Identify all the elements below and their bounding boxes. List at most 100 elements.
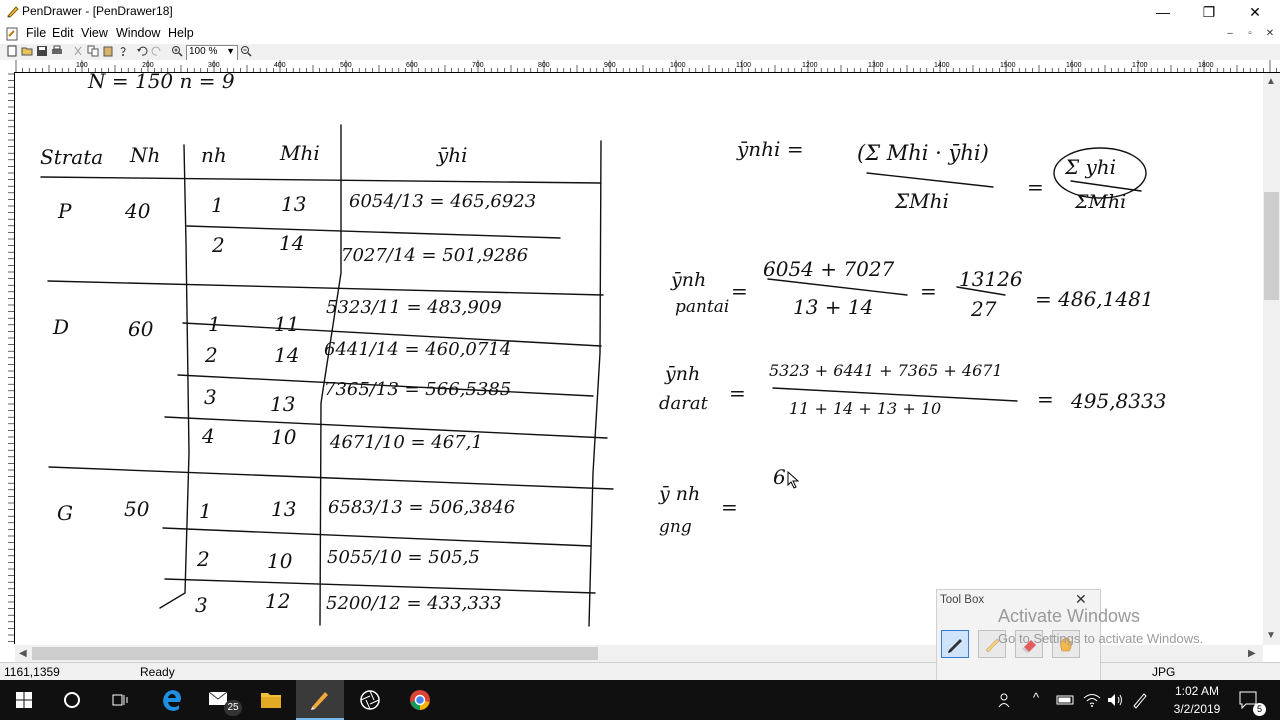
chevron-down-icon: ▼	[226, 46, 235, 56]
vertical-scroll-thumb[interactable]	[1264, 192, 1279, 300]
pantai-label: ȳnh	[671, 269, 707, 291]
row-yhi: 6054/13 = 465,6923	[349, 191, 537, 212]
row-Mhi: 10	[271, 425, 297, 449]
cut-icon[interactable]	[72, 45, 84, 57]
activate-windows-subtitle: Go to Settings to activate Windows.	[998, 631, 1204, 646]
zoom-in-icon[interactable]	[171, 45, 183, 57]
help-icon[interactable]	[117, 45, 129, 57]
cortana-button[interactable]	[48, 680, 96, 720]
stratum-name: P	[58, 199, 72, 223]
vertical-scrollbar[interactable]	[1263, 73, 1280, 645]
gunung-sublabel: gng	[659, 517, 692, 537]
scroll-left-icon[interactable]: ◀	[19, 648, 27, 659]
darat-denominator: 11 + 14 + 13 + 10	[789, 399, 942, 418]
stratum-name: G	[57, 501, 73, 525]
darat-equals-2: =	[1037, 387, 1054, 411]
chrome-icon	[410, 690, 430, 710]
row-Mhi: 13	[271, 497, 297, 521]
row-Mhi: 13	[281, 192, 307, 216]
wifi-icon[interactable]	[1082, 690, 1102, 710]
row-nh: 2	[205, 343, 218, 367]
app-taskbar-button[interactable]	[346, 680, 394, 720]
menu-file[interactable]: File	[26, 26, 46, 40]
menu-edit[interactable]: Edit	[52, 26, 74, 40]
horizontal-scroll-thumb[interactable]	[32, 647, 598, 660]
row-Mhi: 14	[279, 231, 305, 255]
print-icon[interactable]	[51, 45, 63, 57]
ruler-label: 1500	[1000, 62, 1016, 69]
people-icon[interactable]	[996, 690, 1016, 710]
row-Mhi: 13	[270, 392, 296, 416]
pendrawer-taskbar-button[interactable]	[296, 680, 344, 720]
doc-restore-button[interactable]: ▫	[1243, 26, 1257, 40]
row-yhi: 7027/14 = 501,9286	[341, 245, 529, 266]
start-button[interactable]	[0, 680, 48, 720]
drawing-canvas[interactable]: N = 150 n = 9 Strata Nh nh Mhi ȳhi P 40 …	[15, 73, 1263, 645]
doc-minimize-button[interactable]: –	[1223, 26, 1237, 40]
scroll-down-icon[interactable]: ▼	[1266, 630, 1276, 641]
file-explorer-button[interactable]	[247, 680, 295, 720]
clock-date[interactable]: 3/2/2019	[1167, 702, 1227, 716]
zoom-select[interactable]: 100 % ▼	[186, 45, 238, 61]
row-nh: 3	[204, 385, 217, 409]
row-nh: 4	[202, 424, 215, 448]
scroll-right-icon[interactable]: ▶	[1248, 648, 1256, 659]
ruler-label: 1400	[934, 62, 950, 69]
menu-view[interactable]: View	[81, 26, 108, 40]
formula-denominator: ΣMhi	[895, 189, 949, 213]
pen-tool-button[interactable]	[941, 630, 969, 658]
row-yhi: 6583/13 = 506,3846	[328, 497, 516, 518]
restore-button[interactable]: ❐	[1186, 0, 1232, 24]
menu-help[interactable]: Help	[168, 26, 194, 40]
row-yhi: 5055/10 = 505,5	[327, 547, 480, 568]
ruler-label: 1300	[868, 62, 884, 69]
pantai-frac-den: 27	[971, 297, 997, 321]
copy-icon[interactable]	[87, 45, 99, 57]
ruler-label: 1600	[1066, 62, 1082, 69]
volume-icon[interactable]	[1105, 690, 1125, 710]
pantai-sublabel: pantai	[675, 297, 730, 317]
row-yhi: 6441/14 = 460,0714	[324, 339, 512, 360]
header-yhi: ȳhi	[437, 143, 468, 167]
ruler-label: 1700	[1132, 62, 1148, 69]
formula-numerator-2: Σ yhi	[1065, 155, 1117, 179]
new-file-icon[interactable]	[6, 45, 18, 57]
row-nh: 3	[195, 593, 208, 617]
row-nh: 2	[197, 547, 210, 571]
scroll-up-icon[interactable]: ▲	[1266, 76, 1276, 87]
stratum-Nh: 50	[124, 497, 150, 521]
pantai-denominator: 13 + 14	[793, 295, 874, 319]
save-icon[interactable]	[36, 45, 48, 57]
pantai-numerator: 6054 + 7027	[763, 257, 895, 281]
zoom-out-icon[interactable]	[240, 45, 252, 57]
edge-taskbar-button[interactable]	[148, 680, 196, 720]
ruler-label: 1100	[736, 62, 751, 69]
cursor-coordinates: 1161,1359	[4, 665, 60, 679]
darat-numerator: 5323 + 6441 + 7365 + 4671	[769, 361, 1003, 380]
chrome-taskbar-button[interactable]	[396, 680, 444, 720]
doc-close-button[interactable]: ✕	[1263, 26, 1277, 40]
close-button[interactable]: ✕	[1232, 0, 1278, 24]
paste-icon[interactable]	[102, 45, 114, 57]
gunung-label: ȳ nh	[659, 483, 701, 505]
row-nh: 1	[211, 193, 224, 217]
minimize-button[interactable]: —	[1140, 0, 1186, 24]
zoom-value: 100 %	[189, 46, 218, 57]
task-view-button[interactable]	[96, 680, 144, 720]
chevron-up-icon[interactable]: ^	[1033, 690, 1039, 705]
battery-icon[interactable]	[1056, 692, 1076, 708]
formula-lhs: ȳnhi =	[737, 137, 804, 161]
header-Nh: Nh	[130, 143, 161, 167]
pantai-frac-num: 13126	[959, 267, 1023, 291]
row-nh: 2	[212, 233, 225, 257]
task-view-icon	[112, 694, 128, 706]
ruler-label: 1200	[802, 62, 818, 69]
undo-icon[interactable]	[136, 45, 148, 57]
ruler-label: 300	[208, 62, 220, 69]
pen-workspace-icon[interactable]	[1130, 690, 1150, 710]
open-folder-icon[interactable]	[21, 45, 33, 57]
edge-icon	[163, 690, 181, 711]
clock-time[interactable]: 1:02 AM	[1167, 684, 1227, 698]
menu-window[interactable]: Window	[116, 26, 160, 40]
redo-icon[interactable]	[151, 45, 163, 57]
